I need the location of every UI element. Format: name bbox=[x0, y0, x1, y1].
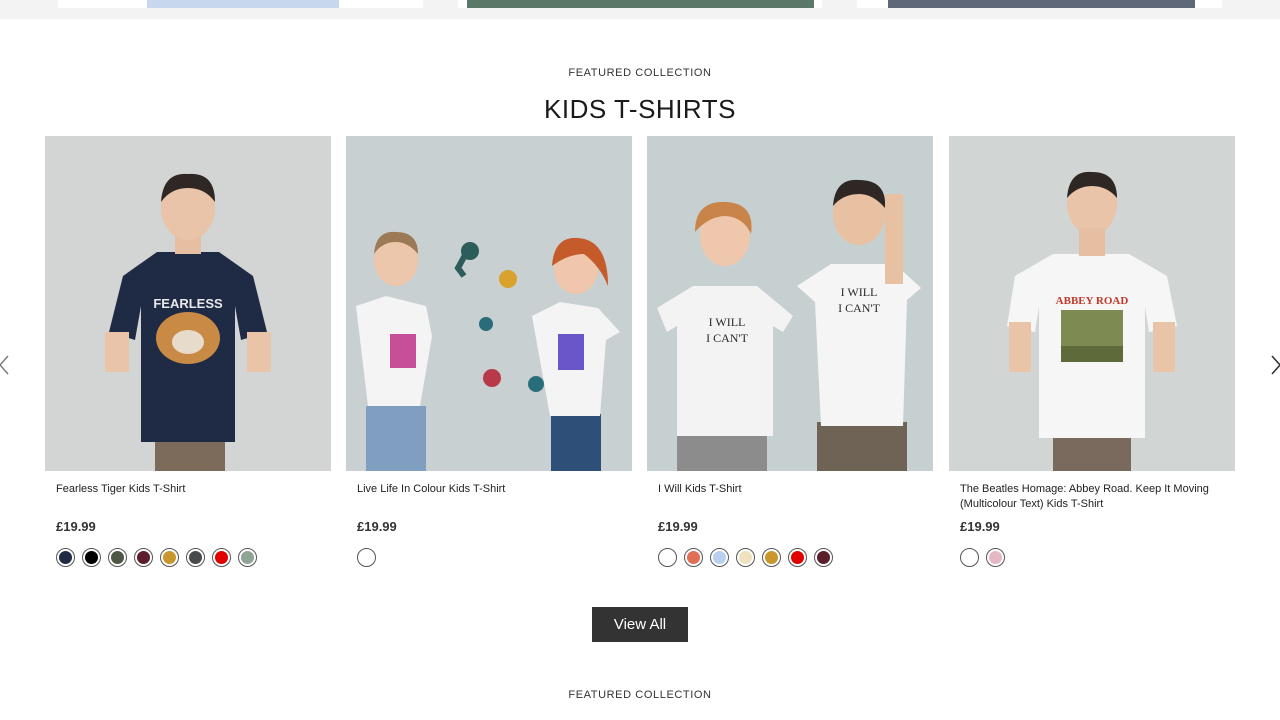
previous-card[interactable] bbox=[857, 0, 1222, 8]
color-swatch[interactable] bbox=[960, 548, 979, 567]
color-swatch[interactable] bbox=[238, 548, 257, 567]
product-card[interactable]: ABBEY ROAD The Beatles Homage: Abbey Roa… bbox=[949, 136, 1235, 576]
previous-card[interactable] bbox=[458, 0, 822, 8]
color-swatch[interactable] bbox=[357, 548, 376, 567]
color-swatch[interactable] bbox=[212, 548, 231, 567]
product-card[interactable]: FEARLESS Fearless Tiger Kids T-Shirt £19… bbox=[45, 136, 331, 576]
color-swatch[interactable] bbox=[108, 548, 127, 567]
color-swatch[interactable] bbox=[986, 548, 1005, 567]
color-swatches bbox=[658, 548, 833, 567]
product-price: £19.99 bbox=[658, 519, 698, 534]
previous-card-image bbox=[467, 0, 814, 8]
product-price: £19.99 bbox=[357, 519, 397, 534]
color-swatch[interactable] bbox=[710, 548, 729, 567]
chevron-right-icon bbox=[1271, 355, 1280, 375]
color-swatch[interactable] bbox=[82, 548, 101, 567]
previous-card-image bbox=[147, 0, 339, 8]
product-title[interactable]: Fearless Tiger Kids T-Shirt bbox=[56, 482, 316, 497]
svg-text:I CAN'T: I CAN'T bbox=[706, 331, 748, 345]
svg-text:FEARLESS: FEARLESS bbox=[153, 296, 223, 311]
product-title[interactable]: I Will Kids T-Shirt bbox=[658, 482, 918, 497]
color-swatches bbox=[56, 548, 257, 567]
carousel-prev-button[interactable] bbox=[0, 352, 16, 378]
svg-text:I CAN'T: I CAN'T bbox=[838, 301, 880, 315]
chevron-left-icon bbox=[0, 355, 9, 375]
product-price: £19.99 bbox=[960, 519, 1000, 534]
svg-text:I WILL: I WILL bbox=[709, 315, 746, 329]
color-swatch[interactable] bbox=[658, 548, 677, 567]
color-swatch[interactable] bbox=[762, 548, 781, 567]
color-swatch[interactable] bbox=[160, 548, 179, 567]
color-swatches bbox=[357, 548, 376, 567]
svg-text:I WILL: I WILL bbox=[841, 285, 878, 299]
product-image[interactable]: I WILL I CAN'T I WILL I CAN'T bbox=[647, 136, 933, 471]
color-swatch[interactable] bbox=[814, 548, 833, 567]
previous-collection-strip bbox=[0, 0, 1280, 19]
color-swatch[interactable] bbox=[56, 548, 75, 567]
product-price: £19.99 bbox=[56, 519, 96, 534]
product-card[interactable]: I WILL I CAN'T I WILL I CAN'T I Will Kid… bbox=[647, 136, 933, 576]
product-card[interactable]: Live Life In Colour Kids T-Shirt £19.99 bbox=[346, 136, 632, 576]
svg-text:ABBEY ROAD: ABBEY ROAD bbox=[1056, 295, 1129, 307]
section-eyebrow: FEATURED COLLECTION bbox=[568, 67, 712, 79]
product-image[interactable]: ABBEY ROAD bbox=[949, 136, 1235, 471]
color-swatch[interactable] bbox=[736, 548, 755, 567]
product-title[interactable]: Live Life In Colour Kids T-Shirt bbox=[357, 482, 617, 497]
product-image[interactable] bbox=[346, 136, 632, 471]
color-swatches bbox=[960, 548, 1005, 567]
previous-card-image bbox=[888, 0, 1195, 8]
color-swatch[interactable] bbox=[186, 548, 205, 567]
product-image[interactable]: FEARLESS bbox=[45, 136, 331, 471]
view-all-button[interactable]: View All bbox=[592, 607, 688, 642]
section-title: KIDS T-SHIRTS bbox=[544, 94, 736, 124]
color-swatch[interactable] bbox=[134, 548, 153, 567]
carousel-next-button[interactable] bbox=[1266, 352, 1280, 378]
product-title[interactable]: The Beatles Homage: Abbey Road. Keep It … bbox=[960, 482, 1220, 512]
previous-card[interactable] bbox=[58, 0, 423, 8]
color-swatch[interactable] bbox=[788, 548, 807, 567]
color-swatch[interactable] bbox=[684, 548, 703, 567]
next-section-eyebrow: FEATURED COLLECTION bbox=[568, 689, 712, 701]
